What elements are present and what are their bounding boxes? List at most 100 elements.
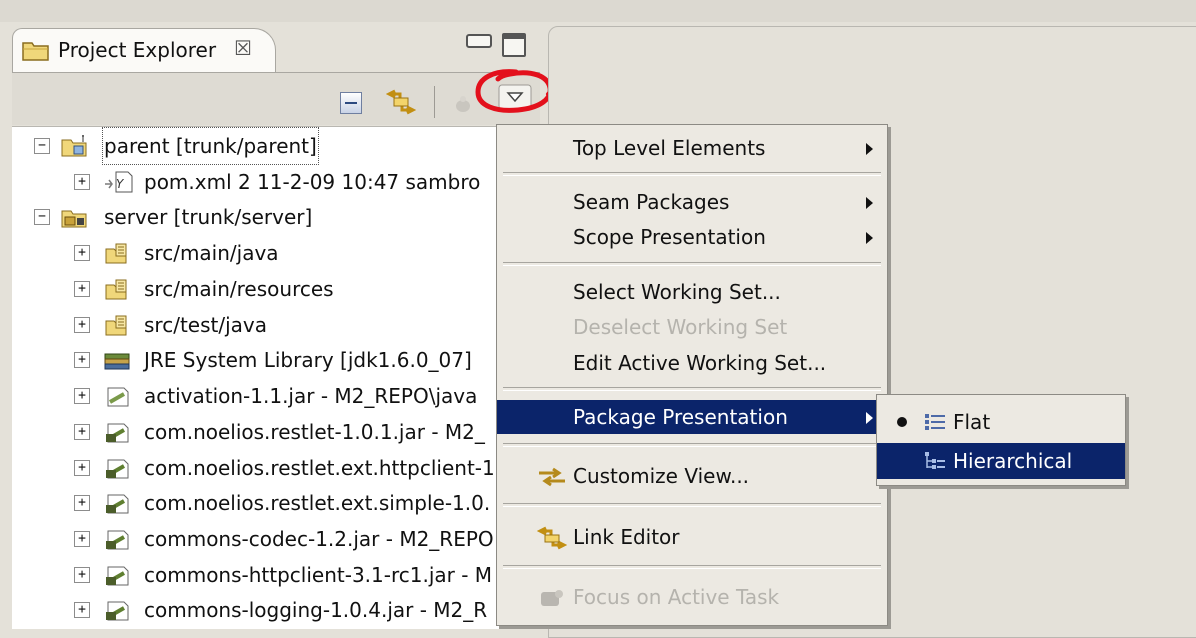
expand-toggle[interactable]: + (74, 602, 90, 618)
menu-item-package-presentation[interactable]: Package Presentation (497, 400, 887, 434)
tree-item-label: parent [trunk/parent] (102, 127, 319, 165)
jar-icon (107, 387, 129, 407)
tree-item-label: src/test/java (144, 313, 267, 337)
menu-item-label: Scope Presentation (573, 225, 766, 249)
menu-item-label: Link Editor (573, 525, 680, 549)
top-strip (0, 0, 1196, 22)
customize-view-icon (539, 467, 565, 487)
tree-item-label: activation-1.1.jar - M2_REPO\java (144, 384, 478, 408)
link-with-editor-icon[interactable] (386, 88, 416, 116)
tree-row[interactable]: + com.noelios.restlet-1.0.1.jar - M2_ (30, 415, 530, 449)
submenu-item-label: Flat (953, 410, 991, 434)
tree-row[interactable]: + com.noelios.restlet.ext.httpclient-1 (30, 451, 530, 485)
expand-toggle[interactable]: + (74, 245, 90, 261)
menu-item-scope-presentation[interactable]: Scope Presentation (497, 220, 887, 254)
folder-icon (22, 42, 49, 61)
menu-separator (503, 387, 881, 391)
tree-row[interactable]: + com.noelios.restlet.ext.simple-1.0. (30, 486, 530, 520)
submenu-item-hierarchical[interactable]: Hierarchical (877, 443, 1125, 479)
tree-row[interactable]: − parent [trunk/parent] (30, 127, 530, 165)
expand-toggle[interactable]: + (74, 388, 90, 404)
menu-item-top-level-elements[interactable]: Top Level Elements (497, 131, 887, 165)
expand-toggle[interactable]: + (74, 567, 90, 583)
view-title: Project Explorer (58, 38, 217, 62)
tree-item-label: pom.xml 2 11-2-09 10:47 sambro (144, 170, 481, 194)
expand-toggle[interactable]: + (74, 460, 90, 476)
menu-item-link-editor[interactable]: Link Editor (497, 520, 887, 554)
menu-item-focus-on-active-task: Focus on Active Task (497, 580, 887, 614)
expand-toggle[interactable]: + (74, 531, 90, 547)
view-menu: Top Level Elements Seam Packages Scope P… (496, 124, 888, 626)
menu-separator (503, 443, 881, 447)
project-folder-icon (61, 135, 87, 157)
collapse-toggle[interactable]: − (34, 209, 50, 225)
tree-row[interactable]: + commons-codec-1.2.jar - M2_REPO (30, 522, 530, 556)
menu-item-label: Focus on Active Task (573, 585, 780, 609)
expand-toggle[interactable]: + (74, 352, 90, 368)
tree-item-label: com.noelios.restlet.ext.httpclient-1 (144, 456, 495, 480)
tree-item-label: commons-httpclient-3.1-rc1.jar - M (144, 563, 493, 587)
menu-item-label: Seam Packages (573, 190, 730, 214)
tree-item-label: src/main/java (144, 241, 279, 265)
jar-icon (106, 566, 129, 586)
source-folder-icon (105, 315, 127, 336)
tree-row[interactable]: + activation-1.1.jar - M2_REPO\java (30, 379, 530, 413)
submenu-item-flat[interactable]: Flat (877, 404, 1125, 440)
jar-icon (106, 530, 129, 550)
tree-row[interactable]: + JRE System Library [jdk1.6.0_07] (30, 343, 530, 377)
tree-item-label: com.noelios.restlet.ext.simple-1.0. (144, 491, 491, 515)
tree-row[interactable]: + commons-logging-1.0.4.jar - M2_R (30, 593, 530, 627)
tree-item-label: commons-logging-1.0.4.jar - M2_R (144, 598, 488, 622)
toolbar-separator (434, 86, 435, 118)
submenu-item-label: Hierarchical (953, 449, 1073, 473)
collapse-toggle[interactable]: − (34, 138, 50, 154)
menu-item-edit-active-working-set[interactable]: Edit Active Working Set... (497, 346, 887, 380)
tree-row[interactable]: + commons-httpclient-3.1-rc1.jar - M (30, 558, 530, 592)
expand-toggle[interactable]: + (74, 317, 90, 333)
expand-toggle[interactable]: + (74, 174, 90, 190)
submenu-arrow-icon (866, 412, 873, 424)
collapse-all-icon[interactable] (340, 92, 362, 114)
tree-item-label: src/main/resources (144, 277, 334, 301)
selected-bullet-icon (897, 417, 907, 427)
jar-icon (106, 494, 129, 514)
expand-toggle[interactable]: + (74, 495, 90, 511)
tree-row[interactable]: + Y pom.xml 2 11-2-09 10:47 sambro (30, 165, 530, 199)
menu-item-label: Edit Active Working Set... (573, 351, 827, 375)
expand-toggle[interactable]: + (74, 424, 90, 440)
jar-icon (106, 601, 129, 621)
menu-separator (503, 503, 881, 507)
hierarchical-list-icon (925, 452, 945, 469)
package-presentation-submenu: Flat Hierarchical (876, 394, 1126, 486)
tree-row[interactable]: + src/test/java (30, 308, 530, 342)
link-editor-icon (537, 526, 567, 550)
menu-item-select-working-set[interactable]: Select Working Set... (497, 275, 887, 309)
menu-item-customize-view[interactable]: Customize View... (497, 459, 887, 493)
menu-item-label: Customize View... (573, 464, 750, 488)
menu-separator (503, 172, 881, 176)
expand-toggle[interactable]: + (74, 281, 90, 297)
submenu-arrow-icon (866, 143, 873, 155)
submenu-arrow-icon (866, 197, 873, 209)
menu-item-label: Deselect Working Set (573, 315, 788, 339)
minimize-button[interactable] (466, 34, 492, 48)
menu-item-label: Package Presentation (573, 405, 788, 429)
close-icon[interactable]: ☒ (234, 36, 252, 60)
jar-icon (106, 459, 129, 479)
focus-task-icon (541, 590, 563, 606)
menu-item-label: Select Working Set... (573, 280, 781, 304)
jar-icon (106, 423, 129, 443)
menu-item-seam-packages[interactable]: Seam Packages (497, 185, 887, 219)
maximize-button[interactable] (502, 33, 526, 57)
menu-item-deselect-working-set: Deselect Working Set (497, 310, 887, 344)
project-tree[interactable]: − parent [trunk/parent] + Y pom.xml 2 11… (12, 126, 540, 629)
project-folder-icon (61, 210, 87, 228)
tree-row[interactable]: + src/main/resources (30, 272, 530, 306)
tree-row[interactable]: − server [trunk/server] (30, 200, 530, 234)
tree-row[interactable]: + src/main/java (30, 236, 530, 270)
source-folder-icon (105, 243, 127, 264)
menu-item-label: Top Level Elements (573, 136, 766, 160)
submenu-arrow-icon (866, 232, 873, 244)
menu-separator (503, 262, 881, 266)
tree-item-label: commons-codec-1.2.jar - M2_REPO (144, 527, 494, 551)
